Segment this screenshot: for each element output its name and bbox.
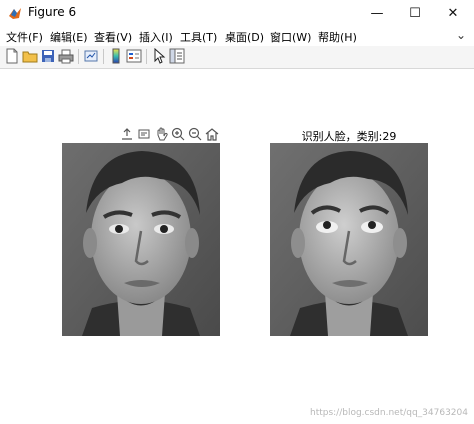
menu-help[interactable]: 帮助(H) — [318, 29, 357, 45]
zoom-in-icon[interactable] — [171, 127, 185, 141]
property-inspector-icon[interactable] — [169, 48, 185, 64]
save-icon[interactable] — [40, 48, 56, 64]
title-bar: Figure 6 — ☐ ✕ — [0, 0, 474, 26]
menu-view[interactable]: 查看(V) — [94, 29, 132, 45]
pan-icon[interactable] — [154, 127, 168, 141]
colorbar-icon[interactable] — [108, 48, 124, 64]
figure-toolbar — [0, 46, 474, 69]
test-face-image — [62, 143, 220, 336]
print-icon[interactable] — [58, 48, 74, 64]
menu-bar: 文件(F) 编辑(E) 查看(V) 插入(I) 工具(T) 桌面(D) 窗口(W… — [0, 26, 474, 46]
menu-insert[interactable]: 插入(I) — [139, 29, 173, 45]
window-title: Figure 6 — [28, 5, 77, 19]
link-plot-icon[interactable] — [83, 48, 99, 64]
watermark: https://blog.csdn.net/qq_34763204 — [309, 408, 468, 418]
legend-icon[interactable] — [126, 48, 142, 64]
menu-desktop[interactable]: 桌面(D) — [225, 29, 264, 45]
edit-pointer-icon[interactable] — [151, 48, 167, 64]
zoom-out-icon[interactable] — [188, 127, 202, 141]
close-button[interactable]: ✕ — [434, 0, 472, 26]
recognition-result-title: 识别人脸，类别:29 — [301, 130, 397, 143]
home-icon[interactable] — [205, 127, 219, 141]
menu-overflow-icon[interactable]: ⌄ — [456, 28, 466, 42]
toolbar-separator — [78, 49, 79, 64]
new-figure-icon[interactable] — [4, 48, 20, 64]
open-file-icon[interactable] — [22, 48, 38, 64]
toolbar-separator — [146, 49, 147, 64]
menu-file[interactable]: 文件(F) — [6, 29, 43, 45]
matlab-logo-icon — [9, 8, 21, 19]
recognized-face-image — [270, 143, 428, 336]
menu-tools[interactable]: 工具(T) — [180, 29, 217, 45]
toolbar-separator — [103, 49, 104, 64]
brush-icon[interactable] — [137, 127, 151, 141]
menu-edit[interactable]: 编辑(E) — [50, 29, 88, 45]
menu-window[interactable]: 窗口(W) — [270, 29, 311, 45]
minimize-button[interactable]: — — [358, 0, 396, 26]
maximize-button[interactable]: ☐ — [396, 0, 434, 26]
export-icon[interactable] — [120, 127, 134, 141]
